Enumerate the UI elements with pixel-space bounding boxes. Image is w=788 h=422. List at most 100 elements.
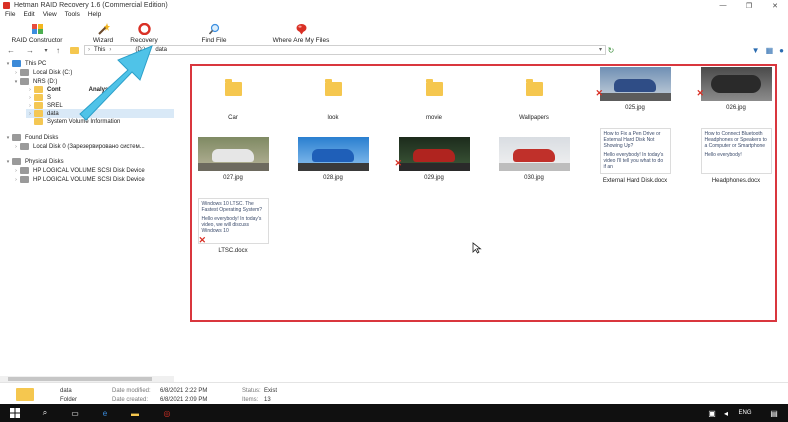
collapse-icon[interactable]: ▾	[4, 159, 12, 165]
disk-icon	[12, 134, 21, 141]
menu-file[interactable]: File	[5, 11, 15, 20]
minimize-button[interactable]: —	[710, 0, 736, 11]
tree-label: SREL	[47, 102, 63, 109]
view-tools: ▼ ▦ ●	[746, 44, 784, 57]
file-external-hard-disk-docx[interactable]: How to Fix a Pen Drive or External Hard …	[590, 128, 680, 184]
expand-icon[interactable]: ›	[26, 95, 34, 101]
history-dropdown-icon[interactable]: ▾	[40, 45, 52, 57]
view-mode-icon[interactable]: ▦	[766, 46, 774, 55]
item-label: 030.jpg	[524, 175, 544, 181]
file-ltsc-docx[interactable]: Windows 10 LTSC. The Fastest Operating S…	[188, 198, 278, 254]
filter-icon[interactable]: ▼	[752, 46, 760, 55]
expand-icon[interactable]: ›	[26, 111, 34, 117]
document-preview-text: Hello everybody! In today's video I'll t…	[603, 152, 664, 170]
refresh-icon[interactable]: ↻	[606, 44, 616, 56]
file-028-jpg[interactable]: 028.jpg	[288, 137, 378, 181]
raid-constructor-label: RAID Constructor	[11, 37, 63, 44]
task-view-icon[interactable]: ▭	[68, 407, 82, 419]
pin-icon	[295, 23, 308, 35]
tree-item-hp-2[interactable]: › HP LOGICAL VOLUME SCSI Disk Device	[12, 175, 145, 184]
tree-item-local-c[interactable]: › Local Disk (C:)	[12, 68, 72, 77]
menu-view[interactable]: View	[43, 11, 57, 20]
tree-label: data	[47, 110, 59, 117]
item-label: 027.jpg	[223, 175, 243, 181]
notifications-icon[interactable]: ▤	[768, 407, 780, 419]
expand-icon[interactable]: ›	[12, 177, 20, 183]
taskbar: ⌕ ▭ e ▬ ◎ ▣ ◂ ENG ▤	[0, 404, 788, 422]
file-027-jpg[interactable]: 027.jpg	[188, 137, 278, 181]
folder-icon	[34, 102, 43, 109]
expand-icon[interactable]: ›	[26, 87, 34, 93]
app-window: Hetman RAID Recovery 1.6 (Commercial Edi…	[0, 0, 788, 422]
file-029-jpg[interactable]: ✕ 029.jpg	[389, 137, 479, 181]
expand-icon[interactable]: ›	[12, 168, 20, 174]
tree-item-this-pc[interactable]: ▾ This PC	[4, 59, 46, 68]
tree-item-local-disk-0[interactable]: › Local Disk 0 (Зарезервировано систем..…	[12, 142, 145, 151]
document-preview: Windows 10 LTSC. The Fastest Operating S…	[197, 198, 269, 244]
window-controls: — ❐ ✕	[710, 0, 788, 11]
photo-thumbnail: ✕	[697, 67, 772, 101]
raid-recovery-taskbar-icon[interactable]: ◎	[160, 407, 174, 419]
maximize-button[interactable]: ❐	[736, 0, 762, 11]
file-030-jpg[interactable]: 030.jpg	[489, 137, 579, 181]
photo-thumbnail: ✕	[395, 137, 470, 171]
where-are-my-files-button[interactable]: Where Are My Files	[266, 20, 336, 44]
document-preview-heading: Windows 10 LTSC. The Fastest Operating S…	[201, 201, 263, 213]
file-headphones-docx[interactable]: How to Connect Bluetooth Headphones or S…	[691, 128, 781, 184]
address-dropdown-icon[interactable]: ▾	[599, 46, 602, 53]
expand-icon[interactable]: ›	[12, 144, 20, 150]
disk-icon	[20, 176, 29, 183]
menu-edit[interactable]: Edit	[23, 11, 34, 20]
file-026-jpg[interactable]: ✕ 026.jpg	[691, 67, 781, 111]
tree-item-hp-1[interactable]: › HP LOGICAL VOLUME SCSI Disk Device	[12, 166, 145, 175]
scrollbar-thumb[interactable]	[8, 377, 152, 381]
disk-icon	[20, 143, 29, 150]
folder-icon	[34, 118, 43, 125]
document-preview-heading: How to Fix a Pen Drive or External Hard …	[603, 131, 661, 149]
help-icon[interactable]: ●	[779, 46, 784, 55]
document-preview-text: Hello everybody! In today's video, we wi…	[201, 216, 262, 234]
collapse-icon[interactable]: ▾	[4, 61, 12, 67]
browser-icon[interactable]: e	[98, 407, 112, 419]
raid-constructor-button[interactable]: RAID Constructor	[6, 20, 68, 44]
back-arrow-icon[interactable]: ←	[5, 45, 17, 57]
tutorial-arrow-icon	[79, 45, 153, 121]
close-button[interactable]: ✕	[762, 0, 788, 11]
file-view-highlight: Car look movie Wallpapers ✕ 025.jpg ✕ 02…	[190, 64, 777, 322]
search-icon[interactable]: ⌕	[38, 407, 52, 419]
folder-wallpapers[interactable]: Wallpapers	[489, 74, 579, 121]
disk-icon	[20, 78, 29, 85]
forward-arrow-icon[interactable]: →	[24, 45, 36, 57]
language-indicator[interactable]: ENG	[736, 407, 754, 419]
status-bar: data Folder Date modified: 6/8/2021 2:22…	[0, 382, 788, 404]
expand-icon[interactable]: ›	[12, 70, 20, 76]
status-modified-key: Date modified:	[112, 388, 151, 394]
folder-car[interactable]: Car	[188, 74, 278, 121]
title-bar: Hetman RAID Recovery 1.6 (Commercial Edi…	[0, 0, 788, 11]
collapse-icon[interactable]: ▾	[12, 79, 20, 85]
expand-icon[interactable]: ›	[26, 103, 34, 109]
tree-label: Local Disk 0 (Зарезервировано систем...	[33, 143, 145, 150]
menu-tools[interactable]: Tools	[65, 11, 80, 20]
collapse-icon[interactable]: ▾	[4, 135, 12, 141]
status-status-key: Status:	[242, 388, 261, 394]
windows-start-icon[interactable]	[8, 407, 22, 419]
tree-item-physical-disks[interactable]: ▾ Physical Disks	[4, 157, 64, 166]
tree-label: Local Disk (C:)	[33, 69, 73, 76]
file-025-jpg[interactable]: ✕ 025.jpg	[590, 67, 680, 111]
status-status-value: Exist	[264, 388, 278, 394]
item-label: 028.jpg	[323, 175, 343, 181]
menu-help[interactable]: Help	[88, 11, 101, 20]
folder-look[interactable]: look	[288, 74, 378, 121]
find-file-button[interactable]: Find File	[196, 20, 232, 44]
up-arrow-icon[interactable]: ↑	[52, 45, 64, 57]
disk-icon	[20, 167, 29, 174]
network-icon[interactable]: ▣	[706, 407, 718, 419]
computer-icon	[12, 60, 21, 67]
file-explorer-icon[interactable]: ▬	[128, 407, 142, 419]
speaker-icon[interactable]: ◂	[720, 407, 732, 419]
photo-thumbnail: ✕	[596, 67, 671, 101]
find-file-label: Find File	[201, 37, 227, 44]
tree-item-found-disks[interactable]: ▾ Found Disks	[4, 133, 58, 142]
folder-movie[interactable]: movie	[389, 74, 479, 121]
